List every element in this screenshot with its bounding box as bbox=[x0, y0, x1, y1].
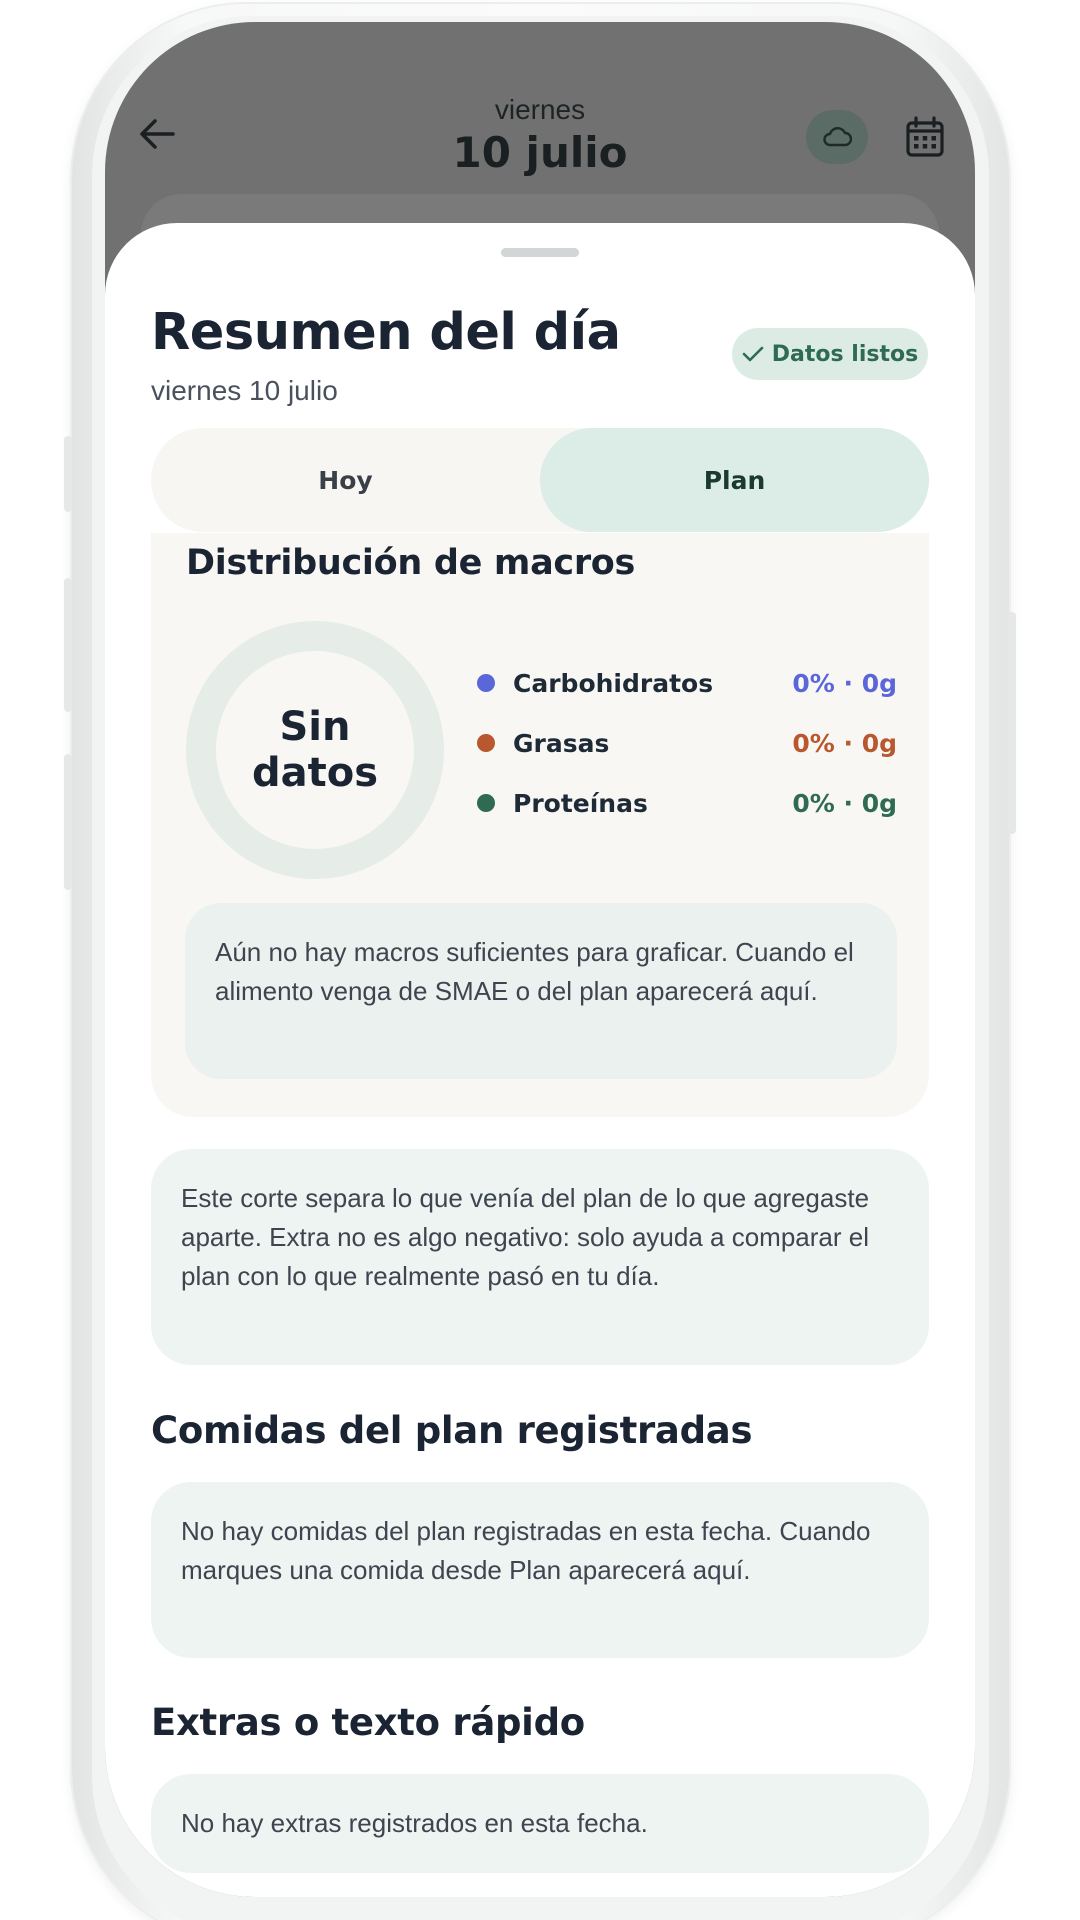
legend-value: 0% · 0g bbox=[792, 668, 897, 698]
check-icon bbox=[742, 346, 764, 362]
status-badge-label: Datos listos bbox=[771, 341, 919, 367]
macro-section-title: Distribución de macros bbox=[186, 543, 636, 583]
macro-distribution-card: Distribución de macros Sin datos Carbohi… bbox=[151, 533, 929, 1117]
view-segmented-control: Hoy Plan bbox=[151, 428, 929, 532]
fats-dot bbox=[477, 734, 495, 752]
donut-center-label: Sin datos bbox=[186, 621, 444, 879]
cloud-icon bbox=[823, 127, 852, 147]
protein-dot bbox=[477, 794, 495, 812]
plan-meals-empty-text: No hay comidas del plan registradas en e… bbox=[181, 1516, 871, 1585]
tab-hoy[interactable]: Hoy bbox=[151, 428, 540, 532]
side-button-left-2 bbox=[64, 578, 72, 712]
legend-row-protein: Proteínas 0% · 0g bbox=[477, 783, 897, 823]
tab-plan[interactable]: Plan bbox=[540, 428, 929, 532]
extras-heading: Extras o texto rápido bbox=[151, 1701, 585, 1744]
legend-name: Carbohidratos bbox=[513, 668, 714, 698]
legend-row-fats: Grasas 0% · 0g bbox=[477, 723, 897, 763]
legend-name: Proteínas bbox=[513, 788, 648, 818]
sheet-title: Resumen del día bbox=[151, 303, 621, 362]
macro-empty-note: Aún no hay macros suficientes para grafi… bbox=[185, 903, 897, 1079]
info-text: Este corte separa lo que venía del plan … bbox=[181, 1183, 870, 1291]
donut-label-line-2: datos bbox=[251, 750, 379, 796]
legend-row-carbs: Carbohidratos 0% · 0g bbox=[477, 663, 897, 703]
macro-empty-note-text: Aún no hay macros suficientes para grafi… bbox=[215, 937, 854, 1006]
cloud-sync-button[interactable] bbox=[806, 110, 868, 164]
side-button-right bbox=[1008, 612, 1016, 834]
donut-label-line-1: Sin bbox=[279, 704, 351, 750]
extras-empty-text: No hay extras registrados en esta fecha. bbox=[181, 1808, 648, 1838]
plan-meals-heading: Comidas del plan registradas bbox=[151, 1409, 753, 1452]
calendar-icon[interactable] bbox=[903, 115, 947, 159]
app-stage: viernes 10 julio Resumen del día viernes… bbox=[0, 0, 1080, 1920]
plan-vs-extra-info-card: Este corte separa lo que venía del plan … bbox=[151, 1149, 929, 1365]
side-button-left-1 bbox=[64, 436, 72, 512]
side-button-left-3 bbox=[64, 754, 72, 890]
sheet-grabber[interactable] bbox=[501, 248, 579, 257]
status-badge: Datos listos bbox=[732, 328, 928, 380]
phone-screen: viernes 10 julio Resumen del día viernes… bbox=[105, 22, 975, 1897]
legend-name: Grasas bbox=[513, 728, 610, 758]
plan-meals-empty-card: No hay comidas del plan registradas en e… bbox=[151, 1482, 929, 1658]
summary-bottom-sheet: Resumen del día viernes 10 julio Datos l… bbox=[105, 223, 975, 1897]
legend-value: 0% · 0g bbox=[792, 728, 897, 758]
legend-value: 0% · 0g bbox=[792, 788, 897, 818]
carbs-dot bbox=[477, 674, 495, 692]
sheet-subtitle: viernes 10 julio bbox=[151, 375, 338, 406]
extras-empty-card: No hay extras registrados en esta fecha. bbox=[151, 1774, 929, 1873]
